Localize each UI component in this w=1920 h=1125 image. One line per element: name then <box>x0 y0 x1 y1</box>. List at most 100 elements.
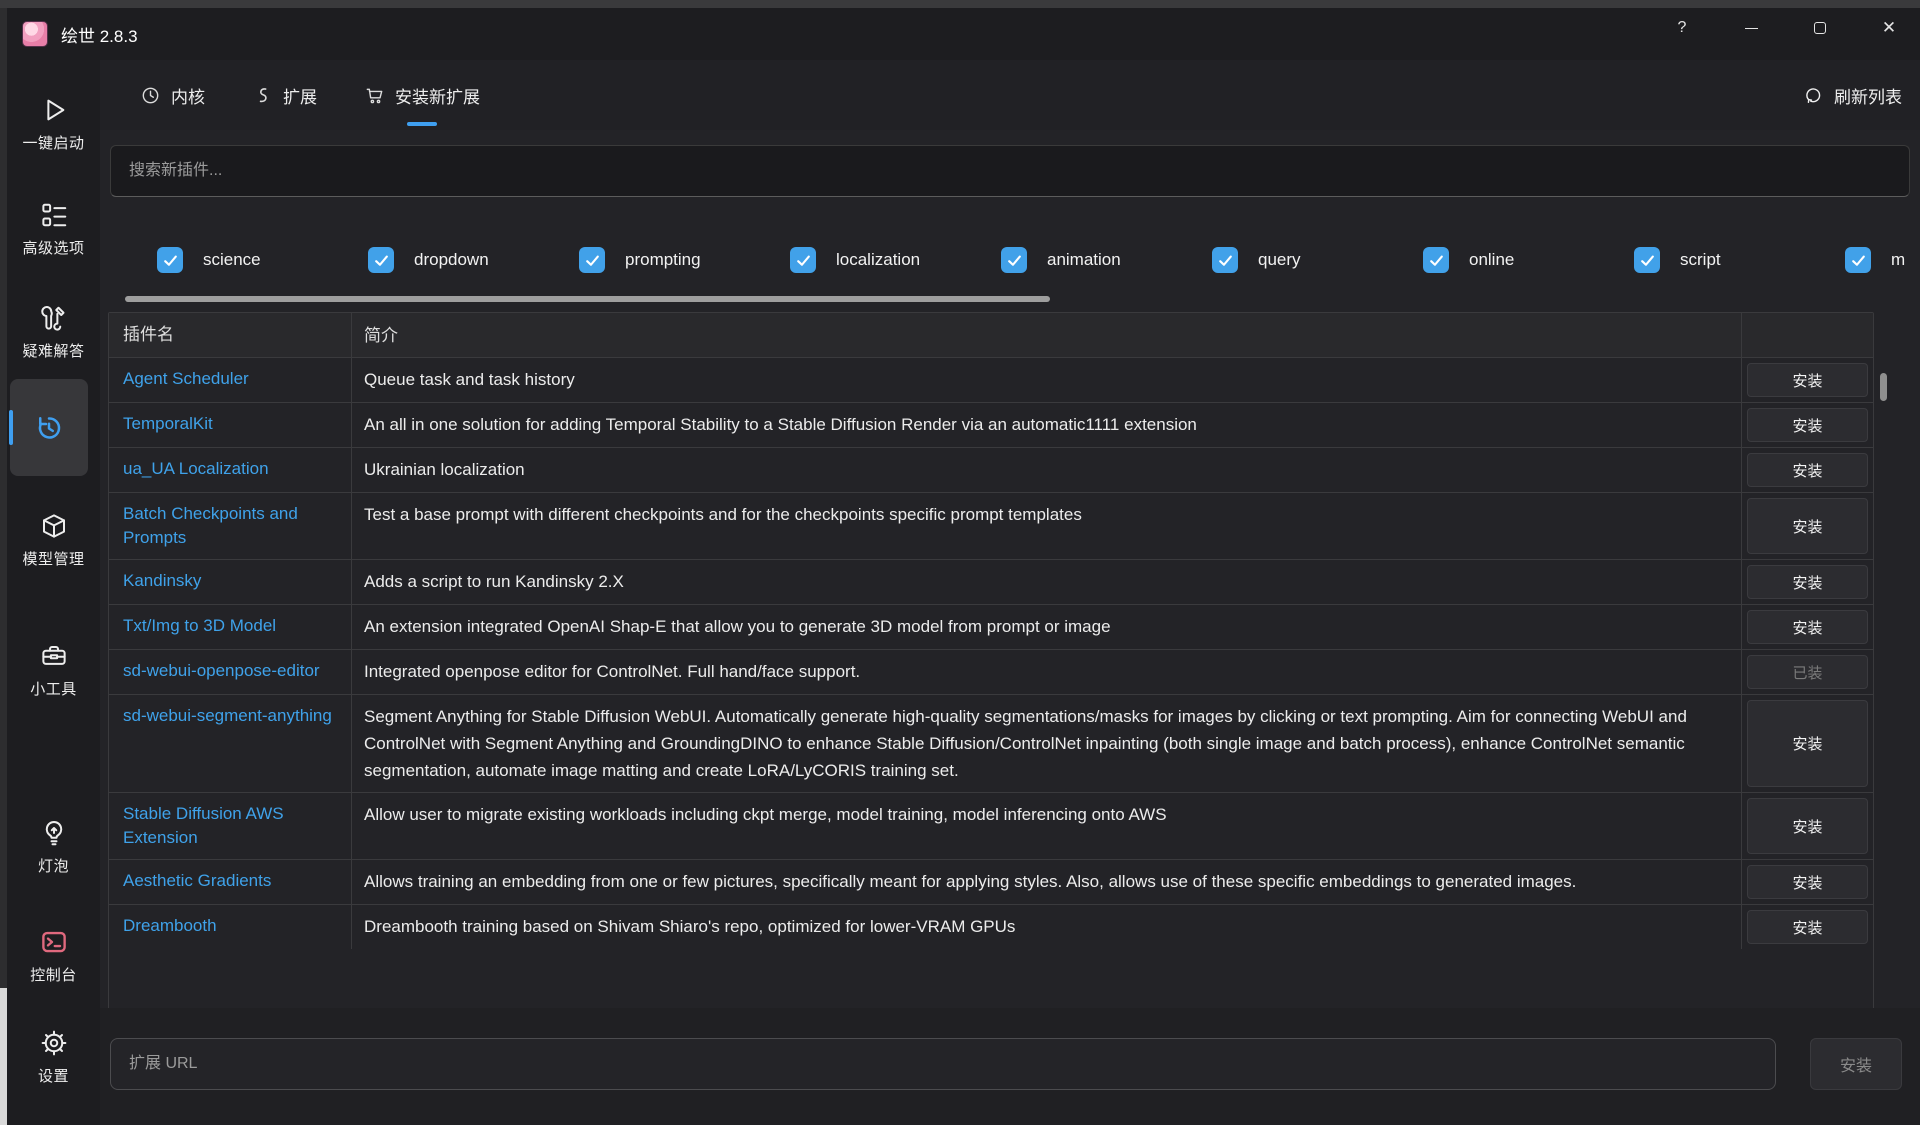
lightbulb-icon <box>39 818 69 848</box>
filter-science: science <box>157 245 368 275</box>
sidebar-item-label: 控制台 <box>30 964 77 985</box>
installed-button[interactable]: 已装 <box>1747 655 1868 689</box>
plugin-name-link[interactable]: Dreambooth <box>123 916 217 935</box>
table-header: 插件名 简介 <box>109 313 1873 357</box>
sidebar-item-active[interactable] <box>10 379 88 476</box>
column-header-action <box>1741 313 1873 357</box>
plugin-name-link[interactable]: Stable Diffusion AWS Extension <box>123 804 284 847</box>
app-window: 绘世 2.8.3 ? ✕ 一键启动高级选项疑难解答模型管理小工具灯泡控制台设置 … <box>0 0 1920 1125</box>
background-window-top-edge <box>0 0 1920 8</box>
app-title: 绘世 2.8.3 <box>61 22 138 47</box>
filter-label: science <box>203 250 261 270</box>
plugin-name-link[interactable]: sd-webui-openpose-editor <box>123 661 320 680</box>
checkbox-checked[interactable] <box>1845 247 1871 273</box>
plugin-name-link[interactable]: Agent Scheduler <box>123 369 249 388</box>
filter-online: online <box>1423 245 1634 275</box>
tab-3[interactable]: 安装新扩展 <box>364 60 480 130</box>
gear-icon <box>39 1028 69 1058</box>
sidebar-item-label: 疑难解答 <box>22 340 84 361</box>
install-button[interactable]: 安装 <box>1747 363 1868 397</box>
plugin-description-cell: Ukrainian localization <box>351 448 1741 492</box>
install-button[interactable]: 安装 <box>1747 498 1868 554</box>
table-row: Aesthetic GradientsAllows training an em… <box>109 859 1873 904</box>
horizontal-scrollbar[interactable] <box>125 296 1050 302</box>
sidebar-item-label: 模型管理 <box>22 548 84 569</box>
sidebar-item-7[interactable]: 灯泡 <box>7 818 100 876</box>
install-button[interactable]: 安装 <box>1747 700 1868 787</box>
plugin-description-cell: Test a base prompt with different checkp… <box>351 493 1741 559</box>
close-button[interactable]: ✕ <box>1866 8 1912 48</box>
checkbox-checked[interactable] <box>790 247 816 273</box>
plugin-action-cell: 安装 <box>1741 560 1873 604</box>
tab-bar: 内核 扩展安装新扩展 刷新列表 <box>100 60 1920 130</box>
help-icon: ? <box>1678 19 1687 37</box>
filter-query: query <box>1212 245 1423 275</box>
active-indicator <box>9 410 13 445</box>
install-button[interactable]: 安装 <box>1747 865 1868 899</box>
plugin-action-cell: 安装 <box>1741 860 1873 904</box>
plugin-name-link[interactable]: sd-webui-segment-anything <box>123 706 332 725</box>
extension-icon <box>252 85 273 106</box>
table-row: sd-webui-segment-anythingSegment Anythin… <box>109 694 1873 792</box>
tab-2[interactable]: 扩展 <box>252 60 317 130</box>
clock-icon <box>140 85 161 106</box>
extension-url-input[interactable] <box>110 1038 1776 1090</box>
console-icon <box>39 927 69 957</box>
checkbox-checked[interactable] <box>368 247 394 273</box>
sidebar-item-5[interactable]: 模型管理 <box>7 511 100 569</box>
checkbox-checked[interactable] <box>157 247 183 273</box>
install-button[interactable]: 安装 <box>1747 610 1868 644</box>
tab-1[interactable]: 内核 <box>140 60 205 130</box>
plugin-description-cell: Allow user to migrate existing workloads… <box>351 793 1741 859</box>
tab-label: 内核 <box>171 83 205 108</box>
install-button[interactable]: 安装 <box>1747 910 1868 944</box>
sidebar-item-8[interactable]: 控制台 <box>7 927 100 985</box>
maximize-icon <box>1814 22 1826 34</box>
plugin-name-cell: sd-webui-openpose-editor <box>109 650 351 694</box>
plugin-name-cell: Stable Diffusion AWS Extension <box>109 793 351 859</box>
plugin-action-cell: 安装 <box>1741 403 1873 447</box>
maximize-button[interactable] <box>1797 8 1843 48</box>
plugin-action-cell: 安装 <box>1741 358 1873 402</box>
filter-label: script <box>1680 250 1721 270</box>
table-row: sd-webui-openpose-editorIntegrated openp… <box>109 649 1873 694</box>
help-button[interactable]: ? <box>1659 8 1705 48</box>
install-from-url-button[interactable]: 安装 <box>1810 1038 1902 1090</box>
minimize-button[interactable] <box>1728 8 1774 48</box>
install-button[interactable]: 安装 <box>1747 565 1868 599</box>
column-header-plugin-name: 插件名 <box>109 313 351 357</box>
sidebar-item-1[interactable]: 一键启动 <box>7 95 100 153</box>
column-header-description: 简介 <box>351 313 1741 357</box>
filter-label: query <box>1258 250 1301 270</box>
vertical-scrollbar[interactable] <box>1880 373 1887 401</box>
checkbox-checked[interactable] <box>1423 247 1449 273</box>
sidebar-item-3[interactable]: 疑难解答 <box>7 303 100 361</box>
sidebar-item-9[interactable]: 设置 <box>7 1028 100 1086</box>
plugin-name-cell: Txt/Img to 3D Model <box>109 605 351 649</box>
refresh-list-button[interactable]: 刷新列表 <box>1804 83 1902 108</box>
checkbox-checked[interactable] <box>1212 247 1238 273</box>
install-button[interactable]: 安装 <box>1747 453 1868 487</box>
cart-icon <box>364 85 385 106</box>
filter-prompting: prompting <box>579 245 790 275</box>
plugin-name-link[interactable]: Txt/Img to 3D Model <box>123 616 276 635</box>
install-button[interactable]: 安装 <box>1747 798 1868 854</box>
sidebar-item-label: 灯泡 <box>38 855 69 876</box>
checkbox-checked[interactable] <box>1001 247 1027 273</box>
install-button[interactable]: 安装 <box>1747 408 1868 442</box>
plugin-name-link[interactable]: ua_UA Localization <box>123 459 269 478</box>
plugin-name-link[interactable]: Batch Checkpoints and Prompts <box>123 504 298 547</box>
plugin-name-link[interactable]: Kandinsky <box>123 571 201 590</box>
background-window-left-edge <box>0 8 7 1125</box>
plugin-description-cell: Queue task and task history <box>351 358 1741 402</box>
sidebar-item-2[interactable]: 高级选项 <box>7 200 100 258</box>
history-icon <box>34 413 64 443</box>
plugin-name-link[interactable]: TemporalKit <box>123 414 213 433</box>
checkbox-checked[interactable] <box>1634 247 1660 273</box>
plugin-name-link[interactable]: Aesthetic Gradients <box>123 871 271 890</box>
sidebar: 一键启动高级选项疑难解答模型管理小工具灯泡控制台设置 <box>7 60 100 1125</box>
filter-m: m <box>1845 245 1920 275</box>
search-input[interactable] <box>110 145 1910 197</box>
sidebar-item-6[interactable]: 小工具 <box>7 641 100 699</box>
checkbox-checked[interactable] <box>579 247 605 273</box>
